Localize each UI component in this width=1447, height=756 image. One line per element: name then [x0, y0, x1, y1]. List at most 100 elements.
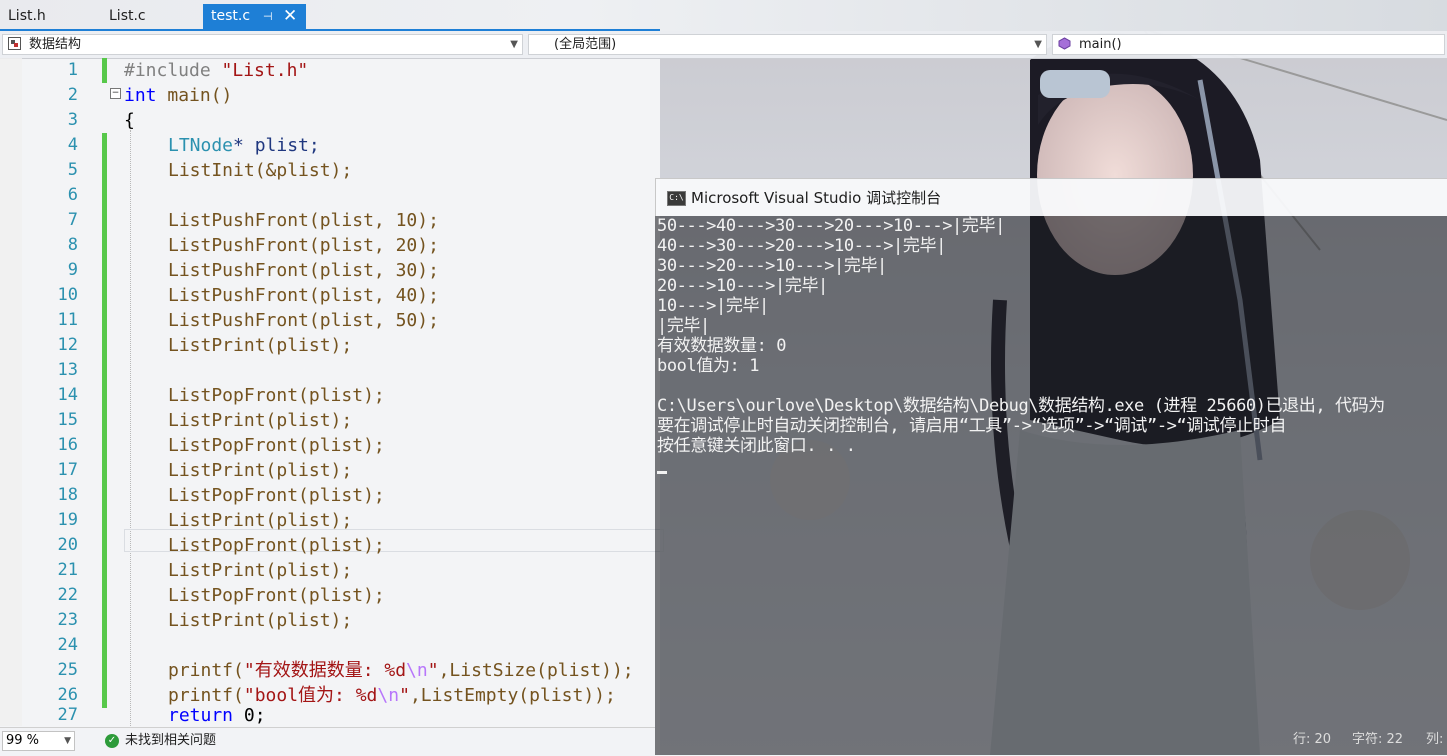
change-marker — [102, 508, 107, 533]
line-number: 19 — [57, 510, 78, 530]
tab-list-h[interactable]: List.h — [0, 4, 100, 29]
console-line: 要在调试停止时自动关闭控制台, 请启用“工具”->“选项”->“调试”->“调试… — [657, 416, 1286, 436]
console-line: |完毕| — [657, 316, 710, 336]
scope-dropdown[interactable]: (全局范围) ▼ — [528, 34, 1047, 55]
code-token: int — [124, 85, 157, 106]
scope-name: (全局范围) — [554, 37, 617, 52]
console-line: 20--->10--->|完毕| — [657, 276, 828, 296]
change-marker — [102, 183, 107, 208]
line-number: 12 — [57, 335, 78, 355]
code-line: ListPrint(plist); — [168, 410, 353, 431]
tab-list-c[interactable]: List.c — [101, 4, 201, 29]
code-line: ListPrint(plist); — [168, 560, 353, 581]
pin-icon[interactable]: ⊣ — [263, 4, 273, 29]
line-number: 4 — [67, 135, 78, 155]
member-dropdown[interactable]: main() — [1052, 34, 1445, 55]
line-number: 18 — [57, 485, 78, 505]
check-circle-icon: ✓ — [105, 734, 119, 748]
code-token: " — [399, 685, 410, 706]
console-line: 有效数据数量: 0 — [657, 336, 787, 356]
code-line: ListPushFront(plist, 50); — [168, 310, 439, 331]
console-line: 30--->20--->10--->|完毕| — [657, 256, 887, 276]
line-number: 16 — [57, 435, 78, 455]
change-marker — [102, 683, 107, 708]
change-marker — [102, 308, 107, 333]
tab-label: test.c — [211, 8, 251, 24]
code-token: " — [427, 660, 439, 681]
line-number: 2 — [67, 85, 78, 105]
change-marker — [102, 58, 107, 83]
console-line: 50--->40--->30--->20--->10--->|完毕| — [657, 216, 1005, 236]
code-token: * plist; — [233, 135, 320, 156]
console-line: 按任意键关闭此窗口. . . — [657, 436, 856, 456]
code-line: ListPrint(plist); — [168, 510, 353, 531]
line-number: 17 — [57, 460, 78, 480]
console-line: 10--->|完毕| — [657, 296, 769, 316]
line-number: 9 — [67, 260, 78, 280]
change-marker — [102, 133, 107, 158]
line-number: 11 — [57, 310, 78, 330]
code-line: ListPushFront(plist, 30); — [168, 260, 439, 281]
code-line: { — [124, 110, 135, 131]
line-number: 22 — [57, 585, 78, 605]
line-number: 15 — [57, 410, 78, 430]
code-token: LTNode — [168, 135, 234, 156]
line-number: 7 — [67, 210, 78, 230]
navigation-bar: 数据结构 ▼ (全局范围) ▼ main() — [0, 31, 1447, 59]
console-output[interactable]: 50--->40--->30--->20--->10--->|完毕| 40---… — [655, 216, 1447, 755]
code-line: ListPopFront(plist); — [168, 535, 385, 556]
member-name: main() — [1079, 37, 1122, 52]
code-line: ListPrint(plist); — [168, 610, 353, 631]
debug-console-window[interactable]: C:\ Microsoft Visual Studio 调试控制台 50--->… — [655, 178, 1447, 755]
line-number: 24 — [57, 635, 78, 655]
code-line: ListPushFront(plist, 20); — [168, 235, 439, 256]
document-tab-bar: List.h List.c test.c ⊣ ✕ — [0, 0, 1447, 31]
code-token: main() — [167, 85, 233, 106]
line-number: 14 — [57, 385, 78, 405]
code-line: ListPopFront(plist); — [168, 585, 385, 606]
char-position: 字符: 22 — [1352, 732, 1404, 747]
code-token: \n — [377, 685, 400, 706]
issues-status[interactable]: 未找到相关问题 — [125, 728, 216, 754]
console-icon: C:\ — [667, 191, 686, 206]
code-token: 0; — [233, 705, 266, 726]
tab-test-c[interactable]: test.c ⊣ ✕ — [203, 4, 306, 29]
code-token: "List.h" — [221, 60, 309, 81]
code-token: #include — [124, 60, 211, 81]
change-marker — [102, 383, 107, 408]
chevron-down-icon: ▼ — [64, 736, 71, 746]
line-number: 21 — [57, 560, 78, 580]
zoom-dropdown[interactable]: 99 % ▼ — [2, 731, 75, 751]
column-position: 列: — [1426, 732, 1444, 747]
line-number: 23 — [57, 610, 78, 630]
line-number: 1 — [67, 60, 78, 80]
code-token: "有效数据数量: %d — [243, 660, 407, 681]
change-marker — [102, 333, 107, 358]
text-cursor — [657, 471, 667, 474]
console-title-bar[interactable]: C:\ Microsoft Visual Studio 调试控制台 — [655, 178, 1447, 216]
line-position: 行: 20 — [1293, 732, 1332, 747]
code-token: ,ListEmpty(plist)); — [409, 685, 616, 706]
line-number: 5 — [67, 160, 78, 180]
change-marker — [102, 633, 107, 658]
console-line: C:\Users\ourlove\Desktop\数据结构\Debug\数据结构… — [657, 396, 1385, 416]
code-line: ListPrint(plist); — [168, 335, 353, 356]
line-number: 25 — [57, 660, 78, 680]
close-icon[interactable]: ✕ — [283, 4, 297, 29]
collapse-icon[interactable]: − — [110, 88, 121, 99]
line-number: 27 — [57, 705, 78, 725]
code-line: ListPopFront(plist); — [168, 435, 385, 456]
change-marker — [102, 358, 107, 383]
console-line: bool值为: 1 — [657, 356, 760, 376]
code-token: ,ListSize(plist)); — [438, 660, 634, 681]
line-number: 13 — [57, 360, 78, 380]
project-dropdown[interactable]: 数据结构 ▼ — [2, 34, 523, 55]
chevron-down-icon: ▼ — [510, 39, 518, 50]
line-number: 6 — [67, 185, 78, 205]
project-icon — [8, 37, 21, 50]
console-title: Microsoft Visual Studio 调试控制台 — [691, 189, 942, 207]
code-line: ListPopFront(plist); — [168, 385, 385, 406]
tab-label: List.c — [109, 8, 146, 24]
line-number: 10 — [57, 285, 78, 305]
change-marker — [102, 658, 107, 683]
